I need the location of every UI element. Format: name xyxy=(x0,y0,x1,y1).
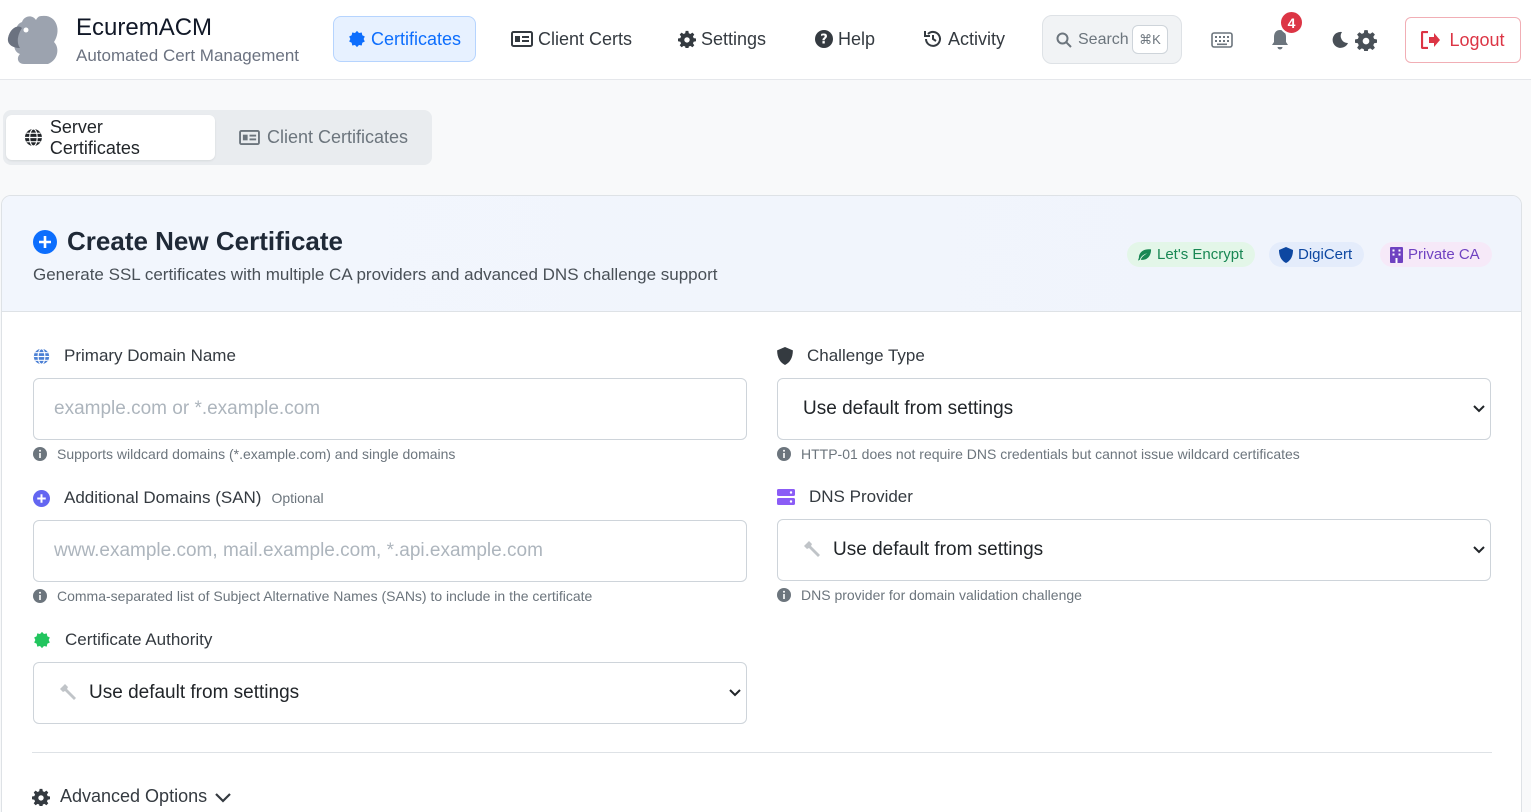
svg-text:?: ? xyxy=(820,33,828,48)
dns-provider-label: DNS Provider xyxy=(777,487,913,507)
provider-badge-private-ca: Private CA xyxy=(1380,242,1492,267)
chevron-down-icon xyxy=(1473,405,1485,413)
san-help: Comma-separated list of Subject Alternat… xyxy=(33,588,592,604)
wrench-icon xyxy=(60,684,76,700)
sign-out-icon xyxy=(1421,31,1441,49)
info-circle-icon xyxy=(777,447,791,461)
nav-certificates[interactable]: Certificates xyxy=(333,16,476,62)
search-box[interactable]: Search ⌘K xyxy=(1042,15,1182,64)
challenge-type-label: Challenge Type xyxy=(777,346,925,366)
chevron-down-icon xyxy=(215,792,231,803)
moon-icon xyxy=(1332,31,1348,48)
advanced-options-label: Advanced Options xyxy=(60,786,208,806)
nav-client-certs[interactable]: Client Certs xyxy=(497,16,646,62)
primary-domain-input[interactable]: example.com or *.example.com xyxy=(33,378,747,440)
app-subtitle: Automated Cert Management xyxy=(76,46,300,65)
info-circle-icon xyxy=(33,447,47,461)
provider-badge-letsencrypt: Let's Encrypt xyxy=(1127,242,1256,267)
create-certificate-card: Create New Certificate Generate SSL cert… xyxy=(1,195,1522,812)
chevron-down-icon xyxy=(729,689,741,697)
certificate-icon xyxy=(349,30,365,48)
server-icon xyxy=(777,489,795,505)
card-header: Create New Certificate Generate SSL cert… xyxy=(2,196,1521,312)
primary-domain-help: Supports wildcard domains (*.example.com… xyxy=(33,446,455,462)
shield-icon xyxy=(777,347,793,365)
app-name: EcuremACM xyxy=(76,14,213,41)
logout-label: Logout xyxy=(1449,29,1505,50)
logout-button[interactable]: Logout xyxy=(1405,17,1521,63)
keyboard-icon xyxy=(1211,32,1233,48)
nav-label: Certificates xyxy=(370,28,461,49)
nav-label: Settings xyxy=(701,28,767,49)
question-circle-icon: ? xyxy=(815,30,833,48)
id-card-icon xyxy=(511,31,533,47)
challenge-type-select[interactable]: Use default from settings xyxy=(777,378,1491,440)
card-description: Generate SSL certificates with multiple … xyxy=(33,265,718,284)
wrench-icon xyxy=(804,541,820,557)
theme-toggle[interactable] xyxy=(1326,26,1382,54)
gear-icon xyxy=(678,30,696,48)
notification-count-badge: 4 xyxy=(1279,10,1304,35)
search-shortcut: ⌘K xyxy=(1132,25,1168,54)
nav-label: Activity xyxy=(948,28,1006,49)
ca-select[interactable]: Use default from settings xyxy=(33,662,747,724)
sun-gear-icon xyxy=(1355,30,1377,51)
section-divider xyxy=(32,752,1492,753)
search-label: Search xyxy=(1078,30,1129,48)
top-navbar: EcuremACM Automated Cert Management Cert… xyxy=(0,0,1531,80)
san-input[interactable]: www.example.com, mail.example.com, *.api… xyxy=(33,520,747,582)
certificate-type-tabs: Server Certificates Client Certificates xyxy=(3,110,432,165)
brand[interactable]: EcuremACM Automated Cert Management xyxy=(4,8,299,68)
nav-label: Help xyxy=(838,28,876,49)
building-icon xyxy=(1390,246,1403,263)
plus-circle-icon xyxy=(33,229,57,254)
optional-tag: Optional xyxy=(271,490,324,506)
ca-label: Certificate Authority xyxy=(33,630,212,650)
leaf-icon xyxy=(1137,248,1152,261)
challenge-type-help: HTTP-01 does not require DNS credentials… xyxy=(777,446,1300,462)
globe-icon xyxy=(24,128,42,147)
primary-domain-label: Primary Domain Name xyxy=(33,346,236,366)
chevron-down-icon xyxy=(1473,546,1485,554)
info-circle-icon xyxy=(777,588,791,602)
search-icon xyxy=(1056,32,1072,48)
gear-icon xyxy=(32,788,50,806)
squirrel-logo-icon xyxy=(7,15,58,65)
globe-icon xyxy=(33,347,50,365)
history-icon xyxy=(924,30,941,47)
tab-server-certificates[interactable]: Server Certificates xyxy=(6,115,215,160)
nav-label: Client Certs xyxy=(538,28,633,49)
tab-label: Server Certificates xyxy=(49,116,140,158)
san-label: Additional Domains (SAN) Optional xyxy=(33,488,324,508)
provider-badge-digicert: DigiCert xyxy=(1269,242,1365,267)
nav-help[interactable]: ? Help xyxy=(801,16,889,62)
nav-activity[interactable]: Activity xyxy=(909,16,1019,62)
certificate-icon xyxy=(34,631,50,649)
card-title: Create New Certificate xyxy=(33,226,343,257)
nav-settings[interactable]: Settings xyxy=(664,16,780,62)
plus-circle-icon xyxy=(33,489,50,507)
keyboard-shortcuts-button[interactable] xyxy=(1208,26,1236,54)
advanced-options-toggle[interactable]: Advanced Options xyxy=(32,786,231,807)
info-circle-icon xyxy=(33,589,47,603)
shield-icon xyxy=(1279,246,1293,263)
tab-label: Client Certificates xyxy=(267,127,409,147)
dns-provider-help: DNS provider for domain validation chall… xyxy=(777,587,1082,603)
id-card-icon xyxy=(239,129,260,146)
dns-provider-select[interactable]: Use default from settings xyxy=(777,519,1491,581)
tab-client-certificates[interactable]: Client Certificates xyxy=(221,115,426,160)
